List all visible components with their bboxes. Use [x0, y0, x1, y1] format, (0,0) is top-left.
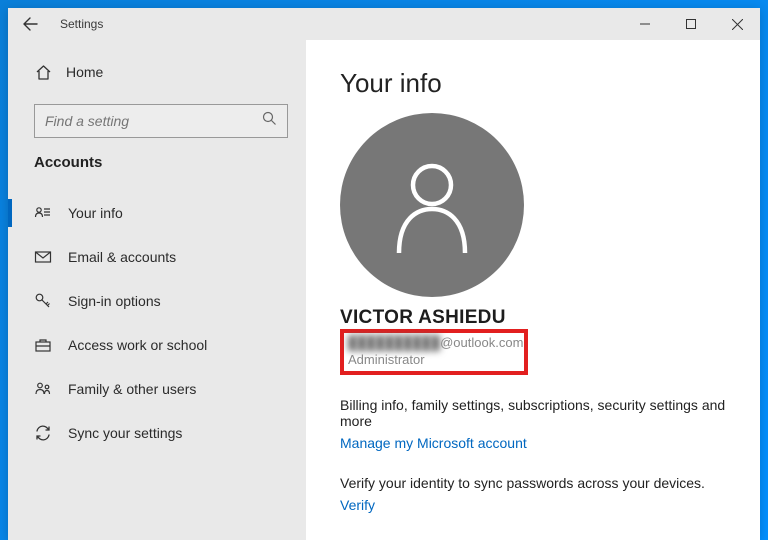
briefcase-icon: [34, 336, 52, 354]
key-icon: [34, 292, 52, 310]
window-body: Home Accounts Your info Email & acco: [8, 40, 760, 540]
home-button[interactable]: Home: [8, 54, 306, 90]
sidebar-item-label: Your info: [68, 205, 123, 221]
people-icon: [34, 380, 52, 398]
close-icon: [732, 19, 743, 30]
main-content: Your info VICTOR ASHIEDU ██████████@outl…: [306, 40, 760, 540]
avatar: [340, 113, 524, 297]
sidebar-item-label: Family & other users: [68, 381, 196, 397]
email-role-highlight: ██████████@outlook.com Administrator: [340, 329, 528, 375]
billing-description: Billing info, family settings, subscript…: [340, 397, 726, 429]
home-label: Home: [66, 64, 103, 80]
close-button[interactable]: [714, 8, 760, 40]
sidebar-item-label: Sync your settings: [68, 425, 182, 441]
minimize-button[interactable]: [622, 8, 668, 40]
search-box[interactable]: [34, 104, 288, 138]
username: VICTOR ASHIEDU: [340, 307, 726, 329]
maximize-button[interactable]: [668, 8, 714, 40]
home-icon: [34, 63, 52, 81]
account-email: ██████████@outlook.com: [348, 335, 518, 350]
sidebar-item-label: Email & accounts: [68, 249, 176, 265]
sidebar-item-email-accounts[interactable]: Email & accounts: [8, 235, 306, 279]
envelope-icon: [34, 248, 52, 266]
search-icon: [262, 111, 277, 131]
sidebar: Home Accounts Your info Email & acco: [8, 40, 306, 540]
maximize-icon: [686, 19, 696, 29]
page-heading: Your info: [340, 68, 726, 99]
user-card-icon: [34, 204, 52, 222]
sidebar-item-label: Sign-in options: [68, 293, 161, 309]
manage-account-link[interactable]: Manage my Microsoft account: [340, 435, 527, 451]
sidebar-item-access-work-school[interactable]: Access work or school: [8, 323, 306, 367]
window-title: Settings: [60, 17, 103, 31]
sidebar-item-sync-settings[interactable]: Sync your settings: [8, 411, 306, 455]
settings-window: Settings Home: [8, 8, 760, 540]
sidebar-item-signin-options[interactable]: Sign-in options: [8, 279, 306, 323]
sidebar-item-your-info[interactable]: Your info: [8, 191, 306, 235]
section-header: Accounts: [8, 154, 306, 171]
email-redacted-prefix: ██████████: [348, 335, 440, 350]
user-placeholder-icon: [389, 157, 475, 253]
account-role: Administrator: [348, 352, 518, 367]
email-domain: @outlook.com: [440, 335, 523, 350]
sync-icon: [34, 424, 52, 442]
back-arrow-icon: [22, 16, 38, 32]
sidebar-item-family-users[interactable]: Family & other users: [8, 367, 306, 411]
window-controls: [622, 8, 760, 40]
sidebar-item-label: Access work or school: [68, 337, 207, 353]
verify-link[interactable]: Verify: [340, 497, 375, 513]
minimize-icon: [640, 19, 650, 29]
search-input[interactable]: [45, 113, 262, 129]
titlebar: Settings: [8, 8, 760, 40]
back-button[interactable]: [8, 8, 52, 40]
verify-description: Verify your identity to sync passwords a…: [340, 475, 726, 491]
